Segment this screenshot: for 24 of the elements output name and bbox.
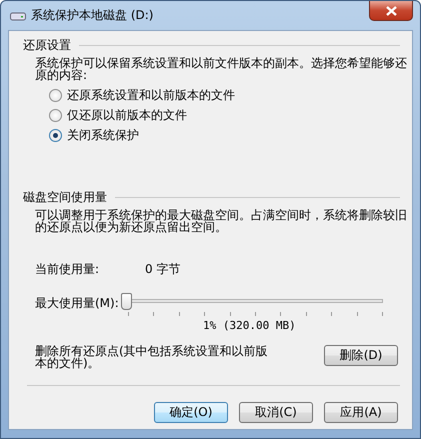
radio-button[interactable] [49,128,62,142]
dialog-button[interactable]: 应用(A) [324,402,398,423]
radio-option[interactable]: 仅还原以前版本的文件 [49,107,187,123]
max-usage-label: 最大使用量(M): [35,295,120,312]
dialog-button[interactable]: 取消(C) [239,402,313,423]
delete-button[interactable]: 删除(D) [324,345,398,366]
drive-icon [10,10,26,20]
section-heading: 磁盘空间使用量 [23,188,107,206]
close-icon [386,6,396,16]
description-text: 可以调整用于系统保护的最大磁盘空间。占满空间时，系统将删除较旧的还原点以便为新还原点留出空间。 [35,209,407,233]
radio-button[interactable] [49,88,62,102]
dialog-button[interactable]: 确定(O) [154,402,228,423]
radio-option[interactable]: 关闭系统保护 [49,127,139,143]
radio-option[interactable]: 还原系统设置和以前版本的文件 [49,87,235,103]
close-button[interactable] [369,1,413,21]
slider-reading: 1% (320.00 MB) [203,319,297,334]
current-usage-label: 当前使用量: [35,261,100,278]
radio-button[interactable] [49,108,62,122]
window-title: 系统保护本地磁盘 (D:) [31,7,154,24]
slider-thumb[interactable] [121,293,132,310]
delete-description: 删除所有还原点(其中包括系统设置和以前版本的文件)。 [35,345,269,369]
description-text: 系统保护可以保留系统设置和以前文件版本的副本。选择您希望能够还原的内容: [35,57,407,81]
section-heading: 还原设置 [23,36,71,54]
current-usage-value: 0 字节 [145,261,180,278]
